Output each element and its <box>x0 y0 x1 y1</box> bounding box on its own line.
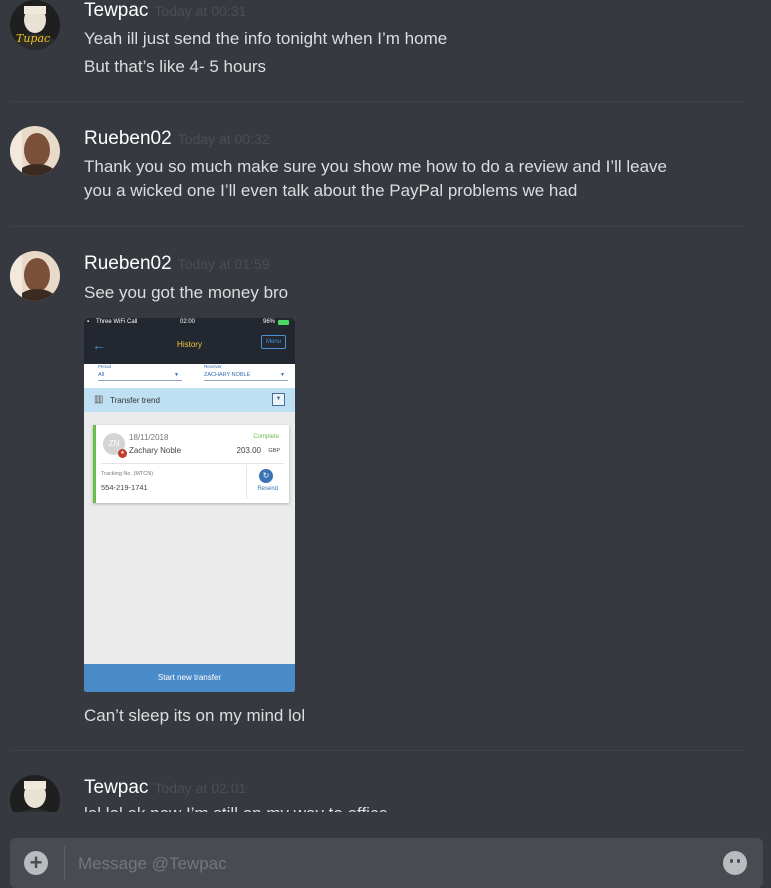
receiver-value: ZACHARY NOBLE <box>204 372 251 378</box>
us-flag-icon: ★ <box>118 449 127 458</box>
timestamp: Today at 02:01 <box>154 780 247 796</box>
message-composer: + Message @Tewpac <box>10 838 763 888</box>
tracking-label: Tracking No. (MTCN) <box>101 471 154 477</box>
message-text: Thank you so much make sure you show me … <box>84 157 668 176</box>
author-name[interactable]: Tewpac <box>84 0 148 21</box>
carrier-label: Three WiFi Call <box>96 319 138 325</box>
author-name[interactable]: Rueben02 <box>84 128 172 149</box>
username[interactable]: Rueben02 Today at 01:59 <box>84 253 270 275</box>
start-new-transfer-button[interactable]: Start new transfer <box>84 664 295 692</box>
period-value: All <box>98 372 105 378</box>
currency-code: GBP <box>268 448 280 454</box>
transaction-date: 18/11/2018 <box>129 433 169 442</box>
transfer-trend-bar[interactable]: ▥ Transfer trend ▼ <box>84 388 295 412</box>
chevron-down-icon: ▼ <box>174 372 179 378</box>
author-name[interactable]: Tewpac <box>84 777 148 798</box>
card-vertical-divider <box>246 465 247 499</box>
chart-icon: ▥ <box>94 394 104 405</box>
chevron-down-icon: ▼ <box>280 372 285 378</box>
avatar[interactable] <box>10 251 60 301</box>
phone-status-bar: ▪ Three WiFi Call 02:00 96% <box>84 318 295 328</box>
period-label: Period <box>98 364 112 369</box>
tewpac-avatar-image: Tupac <box>10 0 60 50</box>
tracking-number: 554-219-1741 <box>101 483 148 492</box>
receiver-label: Receiver <box>204 364 222 369</box>
filter-bar: Period All ▼ Receiver ZACHARY NOBLE ▼ <box>84 364 295 388</box>
image-attachment[interactable]: ▪ Three WiFi Call 02:00 96% ← History Me… <box>84 318 295 692</box>
username[interactable]: Tewpac Today at 02:01 <box>84 777 246 799</box>
tewpac-avatar-image <box>10 775 60 812</box>
refresh-icon[interactable]: ↻ <box>259 469 273 483</box>
period-underline <box>98 380 182 381</box>
transaction-amount: 203.00 <box>236 446 261 455</box>
rueben-avatar-image <box>10 126 60 176</box>
message-divider <box>10 750 745 751</box>
period-select[interactable]: Period All ▼ <box>98 364 182 381</box>
timestamp: Today at 01:59 <box>177 256 270 272</box>
message-text: you a wicked one I’ll even talk about th… <box>84 181 578 200</box>
app-header: ← History Menu <box>84 328 295 364</box>
avatar[interactable] <box>10 126 60 176</box>
emoji-icon[interactable] <box>723 851 747 875</box>
username[interactable]: Tewpac Today at 00:31 <box>84 0 246 22</box>
composer-divider <box>64 846 65 880</box>
plus-icon[interactable]: + <box>24 851 48 875</box>
dropdown-toggle-icon[interactable]: ▼ <box>272 393 285 406</box>
transaction-card[interactable]: ZN ★ 18/11/2018 Zachary Noble Complete 2… <box>93 425 289 503</box>
resend-button[interactable]: Resend <box>257 486 278 492</box>
message-text: Can’t sleep its on my mind lol <box>84 706 306 725</box>
username[interactable]: Rueben02 Today at 00:32 <box>84 128 270 150</box>
message-divider <box>10 226 745 227</box>
avatar[interactable]: Tupac <box>10 0 60 50</box>
status-time: 02:00 <box>180 319 196 325</box>
timestamp: Today at 00:31 <box>154 3 247 19</box>
timestamp: Today at 00:32 <box>177 131 270 147</box>
status-badge: Complete <box>253 434 279 440</box>
message-text: See you got the money bro <box>84 283 289 302</box>
battery-label: 96% <box>262 319 275 325</box>
message-divider <box>10 101 745 102</box>
menu-button[interactable]: Menu <box>260 335 286 349</box>
card-divider <box>101 463 284 464</box>
rueben-avatar-image <box>10 251 60 301</box>
chat-messages: Tupac Tewpac Today at 00:31 Yeah ill just… <box>0 0 771 812</box>
message-input[interactable]: Message @Tewpac <box>78 854 227 874</box>
author-name[interactable]: Rueben02 <box>84 253 172 274</box>
receiver-select[interactable]: Receiver ZACHARY NOBLE ▼ <box>204 364 288 381</box>
message-text: lol lol ok now I’m still on my way to of… <box>84 804 388 812</box>
transfer-trend-label: Transfer trend <box>110 396 160 405</box>
svg-text:Tupac: Tupac <box>16 32 50 45</box>
avatar[interactable] <box>10 775 60 812</box>
signal-icon: ▪ <box>87 319 90 325</box>
recipient-name: Zachary Noble <box>129 446 182 455</box>
receiver-underline <box>204 380 288 381</box>
battery-icon <box>278 320 289 325</box>
message-text: But that’s like 4- 5 hours <box>84 57 267 76</box>
message-text: Yeah ill just send the info tonight when… <box>84 29 448 48</box>
